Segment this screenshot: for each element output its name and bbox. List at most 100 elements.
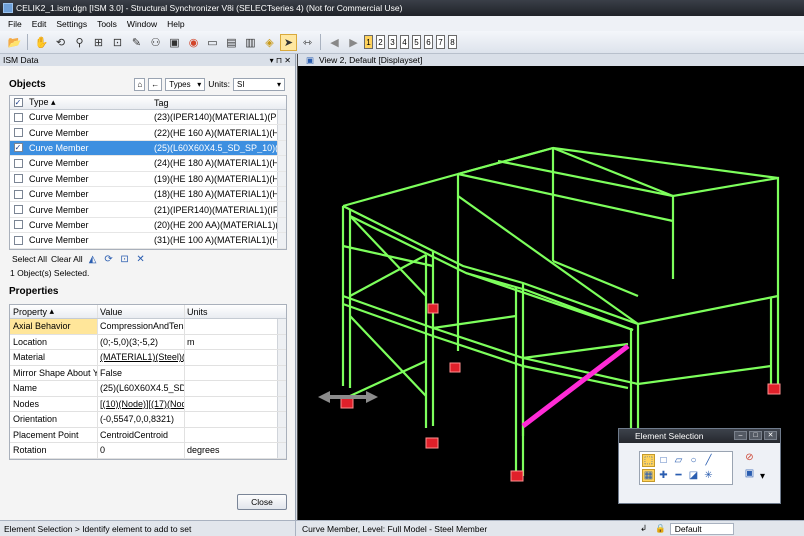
- clear-selection-icon[interactable]: ✕: [135, 253, 147, 265]
- table-row[interactable]: Curve Member (23)(IPER140)(MATERIAL1)(PE.…: [10, 110, 286, 126]
- clear-icon[interactable]: ✳: [702, 469, 715, 482]
- property-value[interactable]: CentroidCentroid: [98, 427, 185, 442]
- property-value[interactable]: (0;-5,0)(3;-5,2): [98, 334, 185, 349]
- view-button-6[interactable]: 6: [424, 35, 433, 49]
- selected-member[interactable]: [521, 344, 630, 428]
- scrollbar[interactable]: [277, 319, 286, 334]
- row-checkbox[interactable]: [10, 158, 26, 168]
- view-button-4[interactable]: 4: [400, 35, 409, 49]
- property-row[interactable]: Placement Point CentroidCentroid: [10, 427, 286, 443]
- lock-icon[interactable]: 🔒: [655, 523, 666, 534]
- table-row[interactable]: Curve Member (19)(HE 180 A)(MATERIAL1)(HE…: [10, 171, 286, 187]
- close-icon[interactable]: ✕: [764, 431, 777, 440]
- layers-icon[interactable]: ◈: [261, 34, 278, 51]
- line-select-icon[interactable]: ╱: [702, 454, 715, 467]
- back-icon[interactable]: ◀: [326, 34, 343, 51]
- property-value[interactable]: CompressionAndTension: [98, 319, 185, 334]
- pan-hand-icon[interactable]: ✋: [33, 34, 50, 51]
- new-set-icon[interactable]: ▦: [642, 469, 655, 482]
- close-button[interactable]: Close: [237, 494, 287, 510]
- scrollbar[interactable]: [277, 140, 286, 156]
- stop-icon[interactable]: ◉: [185, 34, 202, 51]
- scrollbar[interactable]: [277, 233, 286, 248]
- menu-settings[interactable]: Settings: [56, 19, 87, 29]
- view-button-3[interactable]: 3: [388, 35, 397, 49]
- header-checkbox[interactable]: ✓: [10, 98, 26, 107]
- scrollbar[interactable]: [277, 217, 286, 233]
- scrollbar[interactable]: [277, 350, 286, 365]
- panel-controls[interactable]: ▾ ⊓ ✕: [270, 56, 291, 65]
- scrollbar[interactable]: [277, 396, 286, 411]
- select-similar-icon[interactable]: ⚇: [147, 34, 164, 51]
- back-arrow-icon[interactable]: ←: [148, 77, 163, 91]
- forward-icon[interactable]: ▶: [345, 34, 362, 51]
- deselect-all-icon[interactable]: ⊘: [743, 451, 756, 464]
- property-row[interactable]: Rotation 0 degrees: [10, 443, 286, 459]
- types-dropdown[interactable]: Types ▾: [165, 77, 206, 91]
- scrollbar[interactable]: [277, 381, 286, 396]
- table-row[interactable]: ✓Curve Member (25)(L60X60X4.5_SD_SP_10)(M…: [10, 140, 286, 157]
- circle-select-icon[interactable]: ○: [687, 454, 700, 467]
- book-icon[interactable]: ▣: [166, 34, 183, 51]
- view-icon[interactable]: ▤: [223, 34, 240, 51]
- individual-select-icon[interactable]: ⬚: [642, 454, 655, 467]
- scrollbar[interactable]: [277, 110, 286, 125]
- accudraw-icon[interactable]: ↲: [640, 523, 647, 534]
- table-row[interactable]: Curve Member (21)(IPER140)(MATERIAL1)(IPE…: [10, 202, 286, 218]
- view-button-7[interactable]: 7: [436, 35, 445, 49]
- row-checkbox[interactable]: [10, 128, 26, 138]
- scrollbar[interactable]: [277, 443, 286, 458]
- units-column-header[interactable]: Units: [185, 307, 286, 317]
- scrollbar[interactable]: [277, 412, 286, 427]
- property-value[interactable]: (25)(L60X60X4.5_SD_...: [98, 381, 185, 396]
- scrollbar[interactable]: [277, 156, 286, 171]
- scrollbar[interactable]: [277, 171, 286, 186]
- rotate-view-icon[interactable]: ⟲: [52, 34, 69, 51]
- open-folder-icon[interactable]: 📂: [6, 34, 23, 51]
- row-checkbox[interactable]: [10, 205, 26, 215]
- shape-select-icon[interactable]: ▱: [672, 454, 685, 467]
- property-value[interactable]: [(10)(Node)][(17)(Node)]: [98, 396, 185, 411]
- active-level[interactable]: Default: [669, 522, 734, 535]
- paint-icon[interactable]: ✎: [128, 34, 145, 51]
- chevron-down-icon[interactable]: ▾: [760, 471, 765, 485]
- refresh-icon[interactable]: ⟳: [103, 253, 115, 265]
- zoom-icon[interactable]: ⚲: [71, 34, 88, 51]
- property-row[interactable]: Location (0;-5,0)(3;-5,2) m: [10, 334, 286, 350]
- window-icon[interactable]: ▭: [204, 34, 221, 51]
- zoom-to-icon[interactable]: ⊡: [119, 253, 131, 265]
- block-select-icon[interactable]: □: [657, 454, 670, 467]
- maximize-icon[interactable]: □: [749, 431, 762, 440]
- table-row[interactable]: Curve Member (22)(HE 160 A)(MATERIAL1)(HE…: [10, 125, 286, 141]
- table-row[interactable]: Curve Member (18)(HE 180 A)(MATERIAL1)(HE…: [10, 186, 286, 203]
- table-row[interactable]: Curve Member (24)(HE 180 A)(MATERIAL1)(HE…: [10, 156, 286, 172]
- menu-window[interactable]: Window: [127, 19, 157, 29]
- property-value[interactable]: False: [98, 365, 185, 380]
- layout-icon[interactable]: ▥: [242, 34, 259, 51]
- minimize-icon[interactable]: –: [734, 431, 747, 440]
- table-row[interactable]: Curve Member (20)(HE 200 AA)(MATERIAL1)(H…: [10, 217, 286, 234]
- row-checkbox[interactable]: ✓: [10, 143, 26, 153]
- view-button-1[interactable]: 1: [364, 35, 373, 49]
- type-column-header[interactable]: Type ▴: [26, 97, 151, 108]
- row-checkbox[interactable]: [10, 220, 26, 230]
- fit-view-icon[interactable]: ⊞: [90, 34, 107, 51]
- view-button-2[interactable]: 2: [376, 35, 385, 49]
- row-checkbox[interactable]: [10, 189, 26, 199]
- tag-column-header[interactable]: Tag: [151, 98, 286, 108]
- menu-help[interactable]: Help: [167, 19, 184, 29]
- invert-icon[interactable]: ◪: [687, 469, 700, 482]
- property-row[interactable]: Name(25)(L60X60X4.5_SD_...: [10, 381, 286, 397]
- units-dropdown[interactable]: SI ▾: [233, 77, 285, 91]
- filter-icon[interactable]: ◭: [87, 253, 99, 265]
- menu-file[interactable]: File: [8, 19, 22, 29]
- add-icon[interactable]: ✚: [657, 469, 670, 482]
- property-value[interactable]: (MATERIAL1)(Steel)(C...: [98, 350, 185, 365]
- menu-edit[interactable]: Edit: [32, 19, 47, 29]
- scrollbar[interactable]: [277, 202, 286, 217]
- view-button-5[interactable]: 5: [412, 35, 421, 49]
- property-value[interactable]: 0: [98, 443, 185, 458]
- table-row[interactable]: Curve Member (31)(HE 100 A)(MATERIAL1)(HE…: [10, 233, 286, 249]
- subtract-icon[interactable]: ━: [672, 469, 685, 482]
- scrollbar[interactable]: [277, 334, 286, 349]
